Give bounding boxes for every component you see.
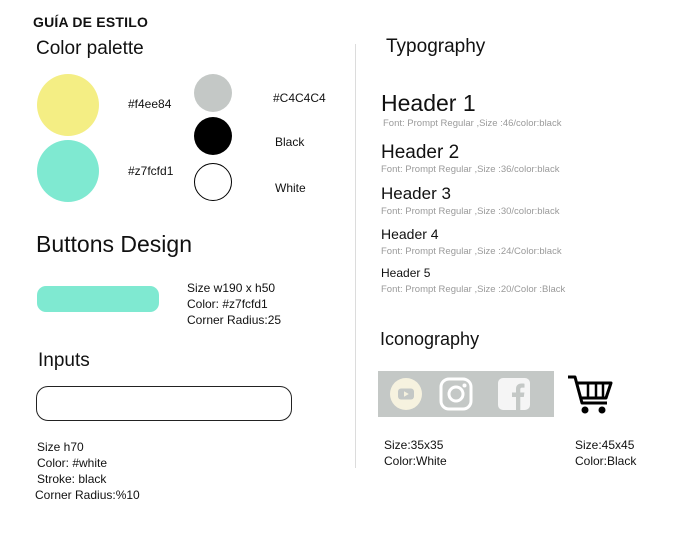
swatch-white: [194, 163, 232, 201]
header-2-sample: Header 2: [381, 142, 460, 163]
button-spec-size: Size w190 x h50: [187, 281, 276, 295]
cart-icon[interactable]: [566, 374, 614, 416]
buttons-heading: Buttons Design: [36, 231, 192, 257]
white-icons-strip: [378, 371, 554, 417]
black-icons-specs: Size:45x45 Color:Black: [575, 437, 636, 469]
button-specs: Size w190 x h50 Color: #z7fcfd1 Corner R…: [187, 280, 281, 328]
header-1-sample: Header 1: [381, 90, 476, 116]
button-spec-color: Color: #z7fcfd1: [187, 297, 268, 311]
header-5-sample: Header 5: [381, 266, 431, 280]
iconography-heading: Iconography: [380, 329, 480, 349]
swatch-mint: [37, 140, 99, 202]
white-icons-specs: Size:35x35 Color:White: [384, 437, 447, 469]
swatch-gray-label: #C4C4C4: [273, 91, 326, 105]
black-icons-color: Color:Black: [575, 454, 637, 468]
header-5-note: Font: Prompt Regular ,Size :20/Color :Bl…: [381, 284, 566, 295]
header-4-sample: Header 4: [381, 226, 439, 242]
input-spec-color: Color: #white: [37, 456, 108, 470]
input-spec-size: Size h70: [37, 440, 84, 454]
instagram-icon[interactable]: [438, 376, 474, 412]
input-spec-radius: Corner Radius:%10: [35, 488, 140, 502]
header-4-note: Font: Prompt Regular ,Size :24/Color:bla…: [381, 246, 562, 257]
facebook-icon[interactable]: [496, 376, 532, 412]
header-3-note: Font: Prompt Regular ,Size :30/color:bla…: [381, 206, 560, 217]
swatch-white-label: White: [275, 181, 306, 195]
swatch-yellow-label: #f4ee84: [128, 97, 172, 111]
input-specs: Size h70 Color: #white Stroke: black: [37, 439, 107, 487]
swatch-black: [194, 117, 232, 155]
color-palette-heading: Color palette: [36, 38, 144, 59]
youtube-icon[interactable]: [388, 376, 424, 412]
typography-heading: Typography: [386, 36, 486, 57]
header-1-note: Font: Prompt Regular ,Size :46/color:bla…: [383, 118, 562, 129]
sample-button[interactable]: [37, 286, 159, 312]
button-spec-radius: Corner Radius:25: [187, 313, 282, 327]
swatch-mint-label: #z7fcfd1: [128, 164, 174, 178]
white-icons-size: Size:35x35: [384, 438, 444, 452]
guide-title: GUÍA DE ESTILO: [33, 14, 149, 30]
header-3-sample: Header 3: [381, 184, 451, 203]
white-icons-color: Color:White: [384, 454, 447, 468]
swatch-black-label: Black: [275, 135, 305, 149]
header-2-note: Font: Prompt Regular ,Size :36/color:bla…: [381, 164, 560, 175]
black-icons-size: Size:45x45: [575, 438, 635, 452]
inputs-heading: Inputs: [38, 350, 90, 371]
column-divider: [355, 44, 356, 468]
input-spec-stroke: Stroke: black: [37, 472, 107, 486]
swatch-yellow: [37, 74, 99, 136]
swatch-gray: [194, 74, 232, 112]
sample-input[interactable]: [36, 386, 292, 421]
